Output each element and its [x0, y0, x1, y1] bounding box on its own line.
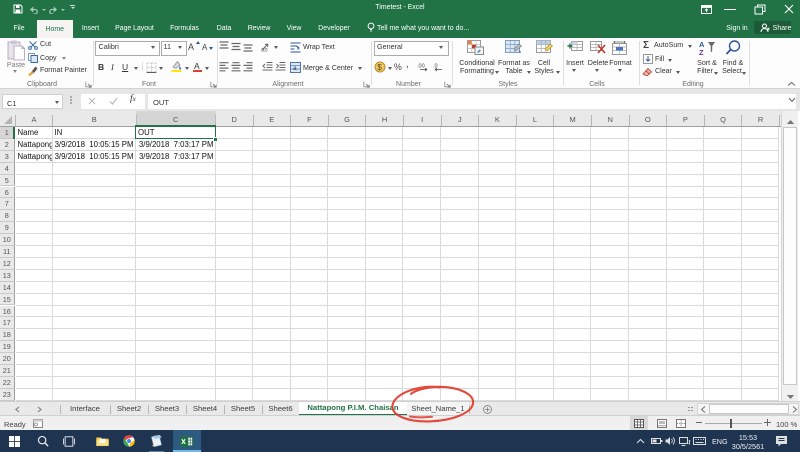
svg-text:.00: .00 [417, 64, 425, 70]
svg-text:a: a [293, 65, 297, 72]
svg-text:.0: .0 [433, 64, 438, 70]
svg-text:ab: ab [261, 48, 268, 53]
svg-text:Z: Z [699, 48, 704, 56]
svg-text:$: $ [377, 63, 382, 72]
